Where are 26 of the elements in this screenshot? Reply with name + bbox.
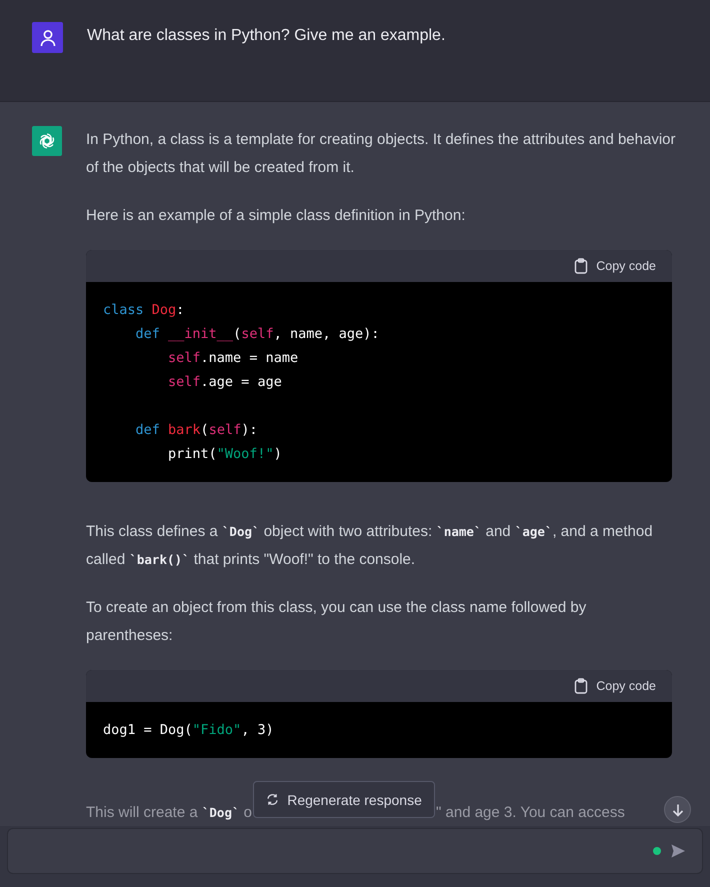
- message-paragraph: To create an object from this class, you can use the class name followed by parentheses:: [86, 598, 588, 646]
- code-line: def __init__(self, name, age):: [134, 325, 380, 344]
- assistant-logo-icon: [32, 126, 62, 156]
- code-line: dog1 = Dog("Fido", 3): [103, 721, 274, 740]
- user-avatar-icon: [32, 22, 63, 53]
- refresh-icon: [266, 793, 280, 806]
- regenerate-response-button[interactable]: Regenerate response: [253, 781, 436, 818]
- message-paragraph: This class defines a `Dog` object with two attributes: `name` and `age`, and a method called `bark()` that prints "Woof!" to the console.: [86, 522, 654, 570]
- clipboard-icon: [574, 258, 588, 274]
- clipboard-icon: [574, 678, 588, 694]
- code-line: print("Woof!"): [167, 445, 282, 464]
- code-line: def bark(self):: [134, 421, 258, 440]
- message-text: " and age 3. You can access: [436, 802, 625, 822]
- code-line: class Dog:: [103, 301, 184, 320]
- user-message: What are classes in Python? Give me an example.: [87, 26, 446, 46]
- code-line: self.age = age: [167, 373, 282, 392]
- copy-code-button[interactable]: Copy code: [574, 258, 656, 274]
- send-icon[interactable]: [670, 843, 686, 859]
- message-text: This will create a `Dog` o: [86, 802, 252, 822]
- copy-code-button[interactable]: Copy code: [574, 678, 656, 694]
- code-line: self.name = name: [167, 349, 298, 368]
- scroll-down-button[interactable]: [664, 796, 691, 823]
- message-input-field[interactable]: [7, 828, 703, 874]
- message-paragraph: In Python, a class is a template for creating objects. It defines the attributes and behavior of the objects that will be created from it.: [86, 130, 676, 178]
- down-arrow-icon: [670, 802, 684, 816]
- message-paragraph: Here is an example of a simple class definition in Python:: [86, 206, 466, 226]
